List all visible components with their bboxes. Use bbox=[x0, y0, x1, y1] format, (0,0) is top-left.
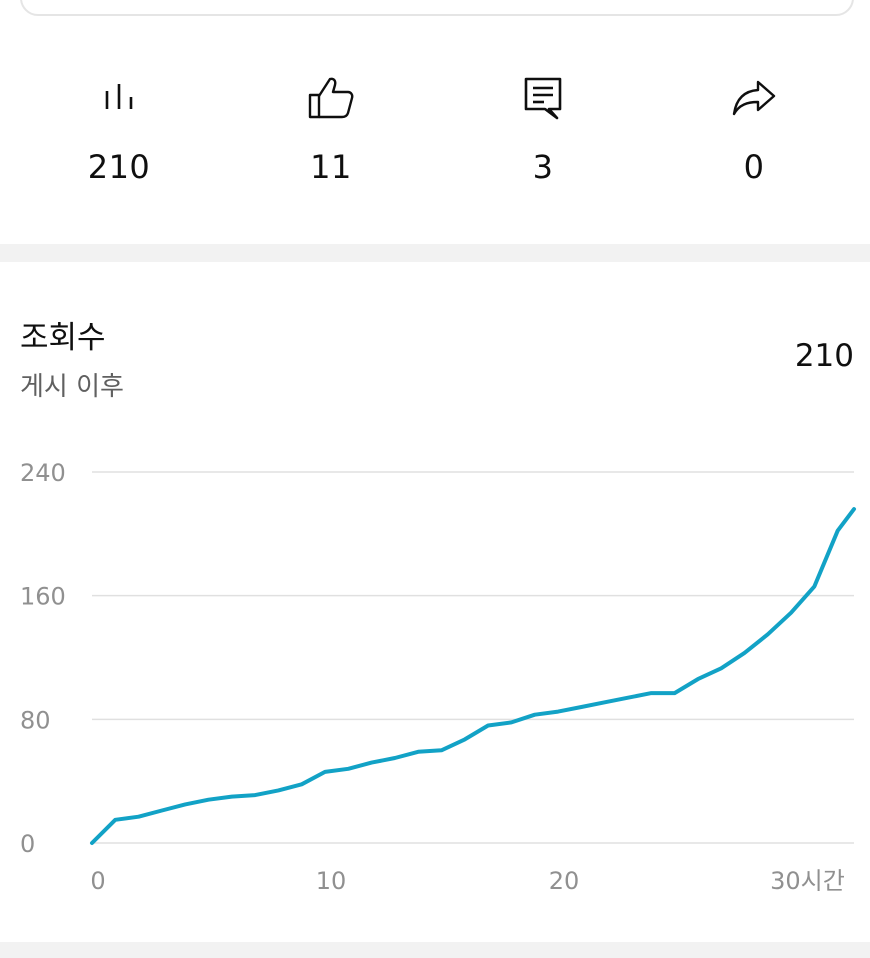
x-tick-label: 0 bbox=[90, 867, 105, 895]
share-icon bbox=[726, 70, 782, 126]
y-tick-label: 160 bbox=[20, 583, 66, 611]
comments-stat[interactable]: 3 bbox=[463, 70, 623, 200]
x-tick-label: 20 bbox=[549, 867, 580, 895]
views-series-line bbox=[90, 507, 856, 845]
thumbs-up-icon bbox=[303, 70, 359, 126]
metric-title: 조회수 bbox=[20, 320, 106, 356]
comment-icon bbox=[515, 70, 571, 126]
y-tick-label: 240 bbox=[20, 459, 66, 487]
views-count: 210 bbox=[87, 148, 151, 186]
comments-count: 3 bbox=[532, 148, 554, 186]
x-tick-label: 30시간 bbox=[770, 867, 845, 895]
y-tick-label: 0 bbox=[20, 830, 35, 858]
views-line-chart: 240 160 80 0 0 10 20 30시간 bbox=[20, 459, 856, 895]
metric-subtitle: 게시 이후 bbox=[20, 372, 124, 402]
bottom-divider bbox=[0, 942, 870, 958]
section-divider bbox=[0, 244, 870, 262]
likes-stat[interactable]: 11 bbox=[251, 70, 411, 200]
views-bars-icon bbox=[91, 70, 147, 126]
shares-count: 0 bbox=[743, 148, 765, 186]
shares-stat[interactable]: 0 bbox=[674, 70, 834, 200]
x-tick-label: 10 bbox=[316, 867, 347, 895]
engagement-stats-row: 210 11 3 0 bbox=[0, 0, 870, 244]
metric-total: 210 bbox=[794, 338, 854, 374]
views-stat[interactable]: 210 bbox=[39, 70, 199, 200]
y-tick-label: 80 bbox=[20, 706, 51, 734]
likes-count: 11 bbox=[310, 148, 352, 186]
